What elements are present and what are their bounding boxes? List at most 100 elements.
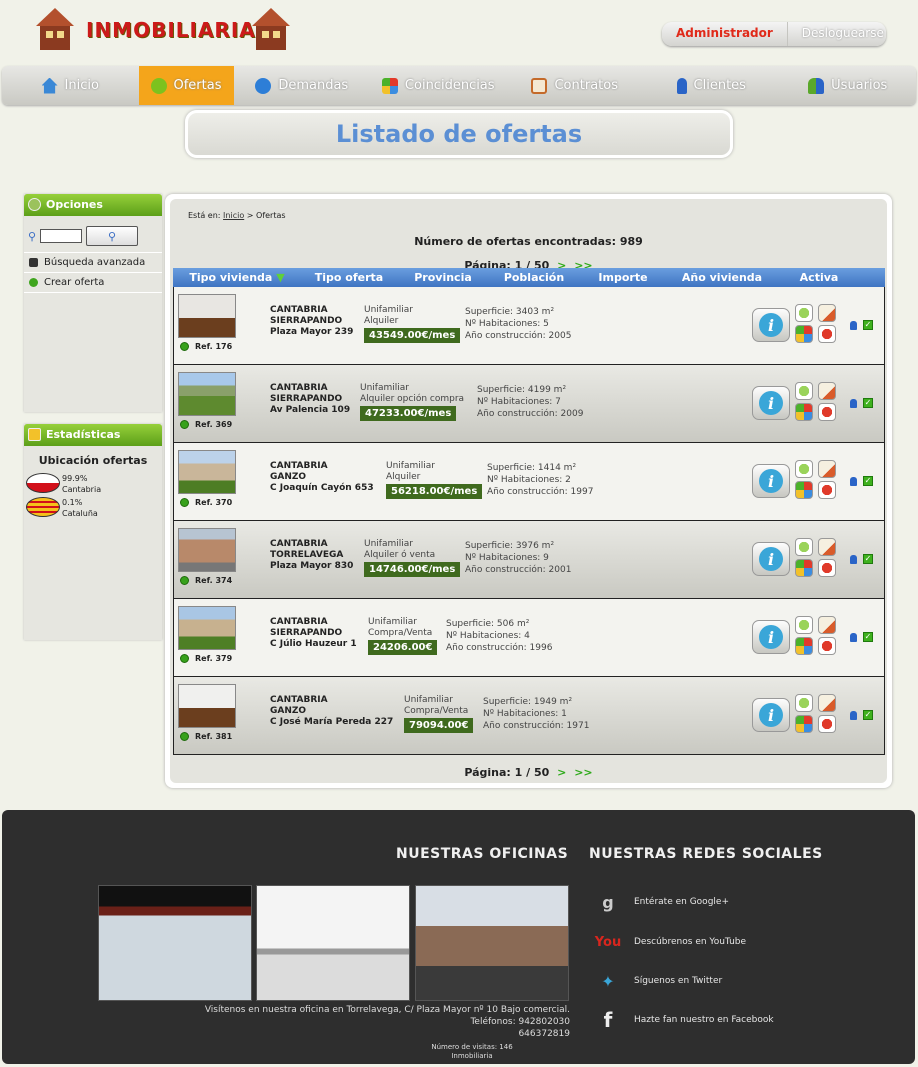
ref-number: Ref. 379 <box>195 654 233 663</box>
table-row[interactable]: Ref. 370 CANTABRIA GANZO C Joaquín Cayón… <box>173 443 885 521</box>
nav-demandas[interactable]: Demandas <box>234 66 371 105</box>
delete-icon[interactable] <box>818 325 836 343</box>
status-dot-icon <box>180 654 189 663</box>
office-phone: Teléfonos: 942802030 <box>470 1017 570 1027</box>
view-offer-icon[interactable] <box>795 538 813 556</box>
user-box: Administrador Desloguearse <box>662 22 886 46</box>
owner-icon[interactable] <box>850 711 857 720</box>
edit-icon[interactable] <box>818 694 836 712</box>
view-offer-icon[interactable] <box>795 616 813 634</box>
admin-link[interactable]: Administrador <box>662 22 788 46</box>
property-photo[interactable] <box>178 528 236 572</box>
col-poblacion[interactable]: Población <box>489 271 579 284</box>
delete-icon[interactable] <box>818 637 836 655</box>
edit-icon[interactable] <box>818 616 836 634</box>
property-photo[interactable] <box>178 684 236 728</box>
stat-region: Cataluña <box>62 509 98 518</box>
view-offer-icon[interactable] <box>795 304 813 322</box>
ref-label: Ref. 176 <box>180 342 232 351</box>
nav-usuarios[interactable]: Usuarios <box>780 66 917 105</box>
delete-icon[interactable] <box>818 715 836 733</box>
offer-kind: Compra/Venta <box>404 706 469 716</box>
active-check-icon[interactable]: ✓ <box>863 476 873 486</box>
col-importe[interactable]: Importe <box>579 271 667 284</box>
active-check-icon[interactable]: ✓ <box>863 710 873 720</box>
pager-label: Página: 1 / 50 <box>464 766 550 779</box>
edit-icon[interactable] <box>818 538 836 556</box>
property-photo[interactable] <box>178 372 236 416</box>
matches-icon[interactable] <box>795 325 813 343</box>
table-row[interactable]: Ref. 374 CANTABRIA TORRELAVEGA Plaza May… <box>173 521 885 599</box>
view-offer-icon[interactable] <box>795 694 813 712</box>
social-twitter[interactable]: ✦ Síguenos en Twitter <box>596 969 722 993</box>
last-page-button[interactable]: >> <box>574 766 592 779</box>
offer-kind: Alquiler opción compra <box>360 394 465 404</box>
active-check-icon[interactable]: ✓ <box>863 632 873 642</box>
search-input[interactable] <box>40 229 83 243</box>
nav-contratos[interactable]: Contratos <box>507 66 644 105</box>
edit-icon[interactable] <box>818 382 836 400</box>
next-page-button[interactable]: > <box>557 766 566 779</box>
table-row[interactable]: Ref. 381 CANTABRIA GANZO C José María Pe… <box>173 677 885 755</box>
matches-icon[interactable] <box>795 559 813 577</box>
breadcrumb-home-link[interactable]: Inicio <box>223 211 244 220</box>
info-button[interactable]: i <box>752 308 790 342</box>
info-button[interactable]: i <box>752 542 790 576</box>
owner-icon[interactable] <box>850 477 857 486</box>
street: Av Palencia 109 <box>270 405 351 415</box>
col-tipo-oferta[interactable]: Tipo oferta <box>301 271 397 284</box>
delete-icon[interactable] <box>818 559 836 577</box>
social-label: Entérate en Google+ <box>634 897 729 907</box>
advanced-search-link[interactable]: Búsqueda avanzada <box>24 253 162 273</box>
view-offer-icon[interactable] <box>795 460 813 478</box>
active-check-icon[interactable]: ✓ <box>863 554 873 564</box>
social-youtube[interactable]: You Descúbrenos en YouTube <box>595 930 746 954</box>
info-button[interactable]: i <box>752 620 790 654</box>
owner-icon[interactable] <box>850 321 857 330</box>
col-activa[interactable]: Activa <box>777 271 861 284</box>
info-button[interactable]: i <box>752 464 790 498</box>
offer-kind: Alquiler <box>386 472 421 482</box>
table-row[interactable]: Ref. 379 CANTABRIA SIERRAPANDO C Júlio H… <box>173 599 885 677</box>
property-photo[interactable] <box>178 450 236 494</box>
delete-icon[interactable] <box>818 481 836 499</box>
property-photo[interactable] <box>178 606 236 650</box>
owner-icon[interactable] <box>850 555 857 564</box>
matches-icon[interactable] <box>795 715 813 733</box>
nav-ofertas[interactable]: Ofertas <box>138 66 234 105</box>
active-check-icon[interactable]: ✓ <box>863 320 873 330</box>
info-button[interactable]: i <box>752 698 790 732</box>
province: CANTABRIA <box>270 539 328 549</box>
create-offer-link[interactable]: Crear oferta <box>24 273 162 293</box>
demands-icon <box>255 77 272 94</box>
house-type: Unifamiliar <box>368 617 417 627</box>
info-button[interactable]: i <box>752 386 790 420</box>
features: Superficie: 3976 m² Nº Habitaciones: 9 A… <box>465 540 571 576</box>
logout-button[interactable]: Desloguearse <box>788 22 898 46</box>
edit-icon[interactable] <box>818 304 836 322</box>
view-offer-icon[interactable] <box>795 382 813 400</box>
col-tipo-vivienda[interactable]: Tipo vivienda ▼ <box>173 271 301 284</box>
col-ano-vivienda[interactable]: Año vivienda <box>667 271 777 284</box>
owner-icon[interactable] <box>850 399 857 408</box>
logo[interactable]: INMOBILIARIA <box>36 8 290 52</box>
active-check-icon[interactable]: ✓ <box>863 398 873 408</box>
social-google[interactable]: g Entérate en Google+ <box>596 890 729 914</box>
edit-icon[interactable] <box>818 460 836 478</box>
owner-icon[interactable] <box>850 633 857 642</box>
nav-clientes[interactable]: Clientes <box>643 66 780 105</box>
nav-coincidencias[interactable]: Coincidencias <box>370 66 507 105</box>
matches-icon[interactable] <box>795 403 813 421</box>
search-button[interactable]: ⚲ <box>86 226 139 246</box>
table-row[interactable]: Ref. 176 CANTABRIA SIERRAPANDO Plaza May… <box>173 287 885 365</box>
delete-icon[interactable] <box>818 403 836 421</box>
property-photo[interactable] <box>178 294 236 338</box>
matches-icon[interactable] <box>795 637 813 655</box>
matches-icon[interactable] <box>795 481 813 499</box>
col-provincia[interactable]: Provincia <box>397 271 489 284</box>
nav-inicio[interactable]: Inicio <box>2 66 139 105</box>
info-icon: i <box>759 313 783 337</box>
table-row[interactable]: Ref. 369 CANTABRIA SIERRAPANDO Av Palenc… <box>173 365 885 443</box>
build-year: Año construcción: 1997 <box>487 487 594 497</box>
social-facebook[interactable]: f Hazte fan nuestro en Facebook <box>596 1008 774 1032</box>
